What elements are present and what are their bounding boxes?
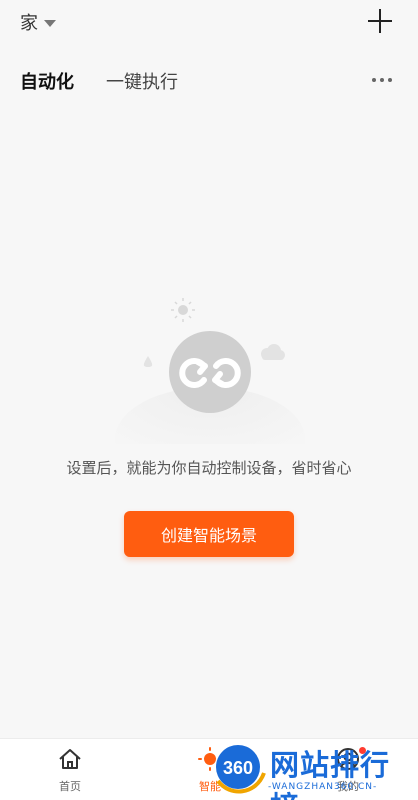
watermark-subtext: -WANGZHAN360.CN- [268, 782, 378, 792]
create-scene-button[interactable]: 创建智能场景 [124, 511, 294, 557]
empty-message: 设置后，就能为你自动控制设备，省时省心 [66, 459, 352, 477]
dot [372, 78, 376, 82]
svg-text:360: 360 [223, 758, 253, 778]
tab-automation[interactable]: 自动化 [20, 68, 74, 94]
dot [380, 78, 384, 82]
drop-icon [143, 356, 153, 367]
dot [388, 78, 392, 82]
tab-one-click[interactable]: 一键执行 [106, 68, 178, 94]
home-selector[interactable]: 家 [20, 9, 56, 35]
caret-down-icon [44, 19, 56, 27]
sun-icon [171, 298, 195, 322]
home-name: 家 [20, 13, 38, 34]
more-button[interactable] [372, 78, 392, 82]
watermark-logo: 360 [216, 745, 266, 794]
home-icon [59, 749, 81, 769]
add-button[interactable] [368, 9, 392, 33]
cloud-icon [261, 344, 285, 360]
nav-home[interactable]: 首页 [40, 747, 100, 794]
tab-bar: 自动化 一键执行 [0, 66, 418, 98]
empty-illustration [115, 298, 305, 444]
nav-home-label: 首页 [59, 780, 81, 793]
watermark: 360 网站排行榜 -WANGZHAN360.CN- [212, 738, 418, 800]
top-bar: 家 [0, 0, 418, 44]
